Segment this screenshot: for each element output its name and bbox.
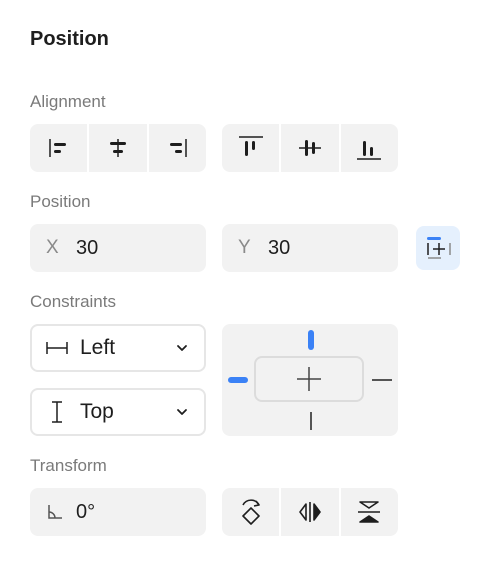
align-horizontal-center-icon <box>106 136 130 160</box>
flip-horizontal-button[interactable] <box>281 488 341 536</box>
rotate-icon <box>237 497 265 527</box>
align-top-icon <box>237 134 265 162</box>
flip-vertical-icon <box>355 498 383 526</box>
y-position-field[interactable]: Y 30 <box>222 224 398 272</box>
plus-icon <box>295 365 323 393</box>
align-left-button[interactable] <box>30 124 90 172</box>
flip-horizontal-icon <box>296 499 324 525</box>
rotation-field[interactable]: 0° <box>30 488 206 536</box>
chevron-down-icon <box>176 408 188 416</box>
x-field-label: X <box>46 237 59 258</box>
vertical-constraint-value: Top <box>80 400 114 423</box>
rotate-button[interactable] <box>222 488 282 536</box>
constraint-bottom-handle[interactable] <box>310 412 312 430</box>
align-bottom-icon <box>355 134 383 162</box>
angle-icon <box>46 503 76 521</box>
y-field-label: Y <box>238 237 251 258</box>
flip-vertical-button[interactable] <box>341 488 398 536</box>
horizontal-constraint-select[interactable]: Left <box>30 324 206 372</box>
transform-label: Transform <box>30 456 107 475</box>
vertical-constraint-icon <box>44 400 70 424</box>
horizontal-alignment-group <box>30 124 206 172</box>
chevron-down-icon <box>176 344 188 352</box>
panel-title: Position <box>30 28 109 50</box>
horizontal-constraint-icon <box>44 339 70 357</box>
y-field-value[interactable]: 30 <box>268 237 290 260</box>
horizontal-constraint-value: Left <box>80 336 116 359</box>
constraint-center-box[interactable] <box>254 356 364 402</box>
align-vertical-center-icon <box>296 134 324 162</box>
x-position-field[interactable]: X 30 <box>30 224 206 272</box>
align-horizontal-center-button[interactable] <box>89 124 149 172</box>
vertical-alignment-group <box>222 124 398 172</box>
constraints-label: Constraints <box>30 292 116 311</box>
align-right-button[interactable] <box>149 124 206 172</box>
constraint-top-handle[interactable] <box>308 330 314 350</box>
vertical-constraint-select[interactable]: Top <box>30 388 206 436</box>
constraint-toggle-icon <box>423 233 453 263</box>
align-bottom-button[interactable] <box>341 124 398 172</box>
rotation-value[interactable]: 0° <box>76 501 95 524</box>
position-label: Position <box>30 192 91 211</box>
alignment-label: Alignment <box>30 92 106 111</box>
transform-buttons-group <box>222 488 398 536</box>
align-top-button[interactable] <box>222 124 282 172</box>
x-field-value[interactable]: 30 <box>76 237 98 260</box>
constraint-toggle-button[interactable] <box>416 226 460 270</box>
constraint-left-handle[interactable] <box>228 377 248 383</box>
constraint-right-handle[interactable] <box>372 379 392 381</box>
align-right-icon <box>165 136 189 160</box>
constraint-widget <box>222 324 398 436</box>
align-vertical-center-button[interactable] <box>281 124 341 172</box>
align-left-icon <box>47 136 71 160</box>
